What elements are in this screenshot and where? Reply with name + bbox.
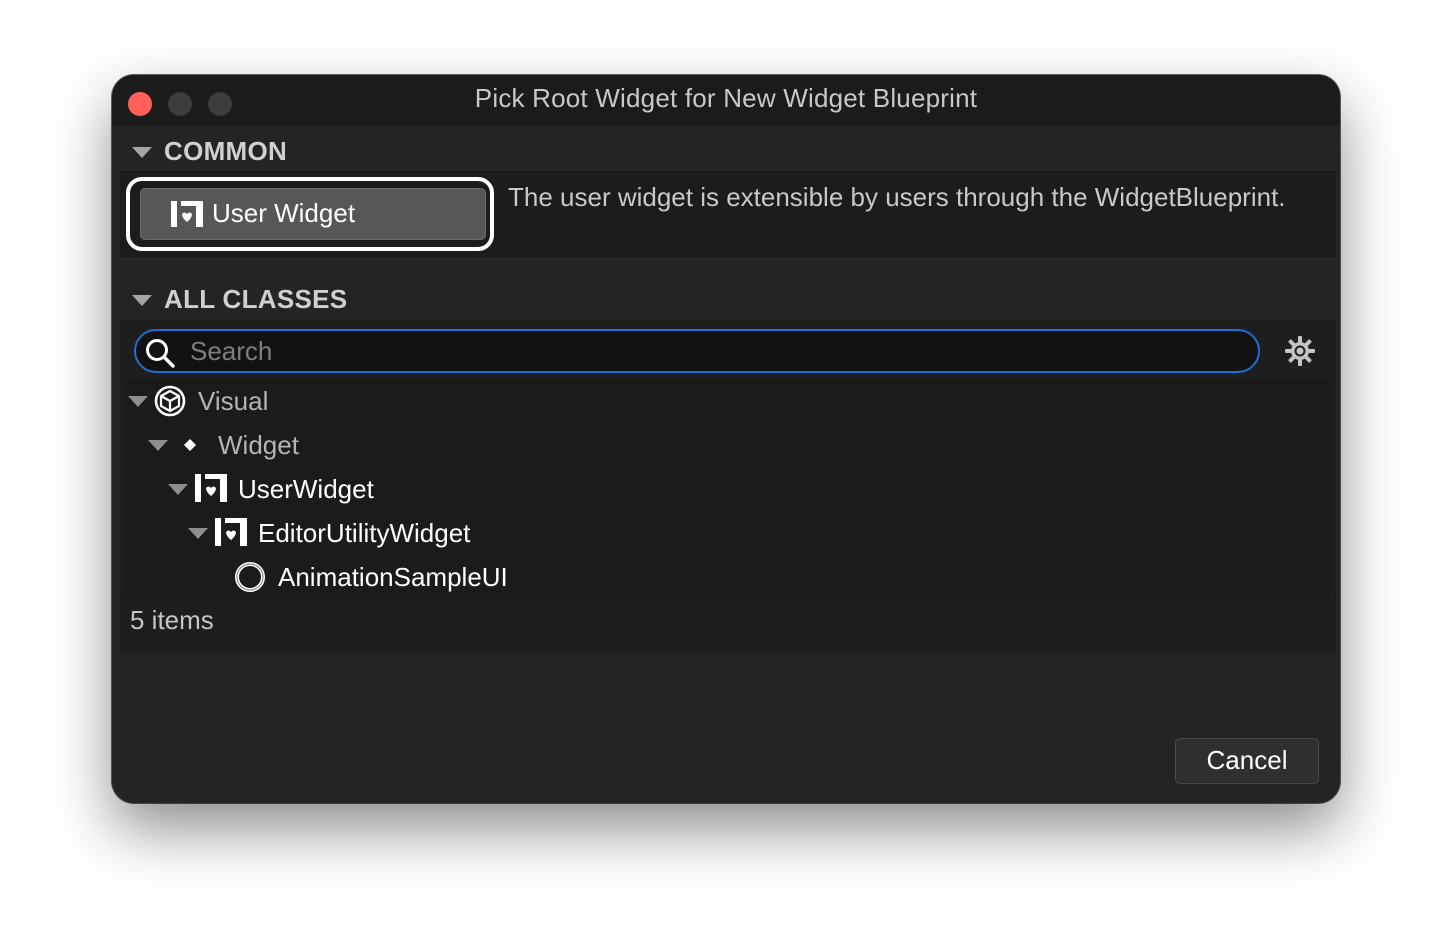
common-row: User Widget The user widget is extensibl… xyxy=(120,171,1336,257)
tree-row-label: UserWidget xyxy=(238,474,374,504)
user-widget-button-label: User Widget xyxy=(212,198,356,228)
search-icon xyxy=(144,337,176,374)
common-section-label: COMMON xyxy=(164,136,288,166)
blueprint-ring-icon xyxy=(234,561,266,598)
tree-row-animationsampleui[interactable]: AnimationSampleUI xyxy=(122,555,1330,599)
user-widget-button[interactable]: User Widget xyxy=(140,188,486,240)
expand-arrow-icon[interactable] xyxy=(148,440,168,451)
search-input[interactable] xyxy=(190,333,1230,369)
tree-row-label: Widget xyxy=(218,430,299,460)
user-widget-icon xyxy=(214,517,248,552)
collapse-arrow-icon[interactable] xyxy=(132,147,152,158)
tree-row-visual[interactable]: Visual xyxy=(122,379,1330,423)
all-classes-section-header[interactable]: ALL CLASSES xyxy=(112,275,1340,321)
title-bar[interactable]: Pick Root Widget for New Widget Blueprin… xyxy=(112,75,1340,125)
tree-row-editorutilitywidget[interactable]: EditorUtilityWidget xyxy=(122,511,1330,555)
window-title: Pick Root Widget for New Widget Blueprin… xyxy=(474,83,978,113)
tree-row-label: EditorUtilityWidget xyxy=(258,518,471,548)
class-tree: Visual Widget UserWidget EditorUtilityWi… xyxy=(122,379,1330,599)
visual-cube-icon xyxy=(154,385,186,422)
user-widget-description: The user widget is extensible by users t… xyxy=(508,182,1286,212)
tree-row-label: Visual xyxy=(198,386,269,416)
dialog-window: Pick Root Widget for New Widget Blueprin… xyxy=(112,75,1340,803)
search-box[interactable] xyxy=(134,329,1260,373)
expand-arrow-icon[interactable] xyxy=(128,396,148,407)
tree-row-label: AnimationSampleUI xyxy=(278,562,508,592)
tree-row-widget[interactable]: Widget xyxy=(122,423,1330,467)
user-widget-icon xyxy=(170,200,204,233)
common-section-header[interactable]: COMMON xyxy=(112,127,1340,173)
item-count: 5 items xyxy=(130,605,214,635)
expand-arrow-icon[interactable] xyxy=(188,528,208,539)
all-classes-section-label: ALL CLASSES xyxy=(164,284,348,314)
settings-gear-icon[interactable] xyxy=(1284,335,1316,372)
classes-panel: Visual Widget xyxy=(120,319,1336,653)
user-widget-icon xyxy=(194,473,228,508)
collapse-arrow-icon[interactable] xyxy=(132,295,152,306)
cancel-button[interactable]: Cancel xyxy=(1175,738,1319,784)
diamond-icon xyxy=(174,429,206,466)
tree-row-userwidget[interactable]: UserWidget xyxy=(122,467,1330,511)
expand-arrow-icon[interactable] xyxy=(168,484,188,495)
